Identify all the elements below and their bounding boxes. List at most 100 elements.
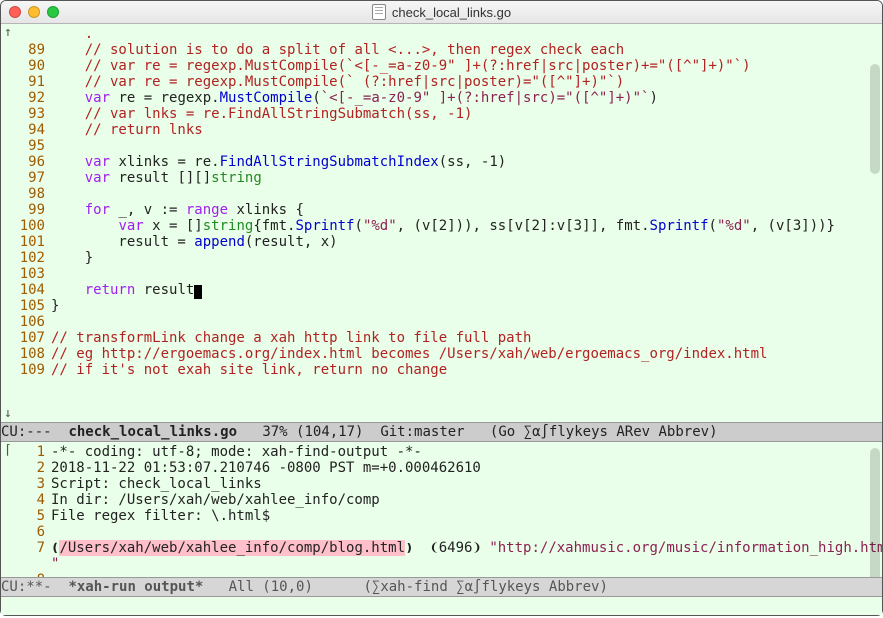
code-line[interactable]: 100 var x = []string{fmt.Sprintf("%d", (… <box>1 218 882 234</box>
code-line[interactable]: 95 <box>1 138 882 154</box>
line-number: 97 <box>1 170 51 186</box>
code-line[interactable]: 93 // var lnks = re.FindAllStringSubmatc… <box>1 106 882 122</box>
line-number: 106 <box>1 314 51 330</box>
code-line[interactable]: 92 var re = regexp.MustCompile(`<[-_=a-z… <box>1 90 882 106</box>
traffic-lights <box>9 6 59 18</box>
code-line[interactable]: 103 <box>1 266 882 282</box>
code-line[interactable]: 3Script: check_local_links <box>1 476 882 492</box>
code-line[interactable]: 4In dir: /Users/xah/web/xahlee_info/comp <box>1 492 882 508</box>
line-number: 94 <box>1 122 51 138</box>
code-text: // transformLink change a xah http link … <box>51 330 882 346</box>
minibuffer[interactable] <box>1 597 882 615</box>
window-title-text: check_local_links.go <box>392 5 511 20</box>
code-line[interactable]: 109// if it's not exah site link, return… <box>1 362 882 378</box>
code-line[interactable]: 98 <box>1 186 882 202</box>
window-titlebar[interactable]: check_local_links.go <box>1 1 882 24</box>
code-line[interactable]: 106 <box>1 314 882 330</box>
code-line[interactable]: 99 for _, v := range xlinks { <box>1 202 882 218</box>
overflow-indicator-top: ↑ <box>4 26 12 39</box>
bottom-modeline[interactable]: CU:**- *xah-run output* All (10,0) (∑xah… <box>1 577 882 597</box>
code-text <box>51 186 882 202</box>
code-text: 2018-11-22 01:53:07.210746 -0800 PST m=+… <box>51 460 882 476</box>
line-number: 109 <box>1 362 51 378</box>
code-text: -*- coding: utf-8; mode: xah-find-output… <box>51 444 882 460</box>
top-modeline[interactable]: CU:--- check_local_links.go 37% (104,17)… <box>1 422 882 442</box>
line-number: 7 <box>1 540 51 556</box>
line-number: 93 <box>1 106 51 122</box>
code-text: . <box>51 26 882 42</box>
code-line[interactable]: 101 result = append(result, x) <box>1 234 882 250</box>
ml-position: 37% (104,17) <box>262 424 363 440</box>
line-number: 100 <box>1 218 51 234</box>
code-text: // var re = regexp.MustCompile(`<[-_=a-z… <box>51 58 882 74</box>
code-line[interactable]: 104 return result <box>1 282 882 298</box>
code-line[interactable]: 22018-11-22 01:53:07.210746 -0800 PST m=… <box>1 460 882 476</box>
editor-body: ↑ ↓ .89 // solution is to do a split of … <box>1 24 882 615</box>
code-text: // var lnks = re.FindAllStringSubmatch(s… <box>51 106 882 122</box>
ml-modes: (Go ∑α∫flykeys ARev Abbrev) <box>490 424 718 440</box>
line-number: 98 <box>1 186 51 202</box>
line-number: 99 <box>1 202 51 218</box>
line-number: 108 <box>1 346 51 362</box>
minimize-window-button[interactable] <box>28 6 40 18</box>
line-number: 104 <box>1 282 51 298</box>
zoom-window-button[interactable] <box>47 6 59 18</box>
code-line[interactable]: 5File regex filter: \.html$ <box>1 508 882 524</box>
code-text: ❪/Users/xah/web/xahlee_info/comp/blog.ht… <box>51 540 882 556</box>
code-line[interactable]: 6 <box>1 524 882 540</box>
code-text: var re = regexp.MustCompile(`<[-_=a-z0-9… <box>51 90 882 106</box>
ml2-position: All (10,0) <box>229 579 313 595</box>
ml2-buffer-name: *xah-run output* <box>68 579 203 595</box>
document-icon <box>372 4 386 20</box>
line-number: 91 <box>1 74 51 90</box>
line-number: 6 <box>1 524 51 540</box>
code-line[interactable]: 1-*- coding: utf-8; mode: xah-find-outpu… <box>1 444 882 460</box>
ml2-modes: (∑xah-find ∑α∫flykeys Abbrev) <box>363 579 607 595</box>
line-number: 2 <box>1 460 51 476</box>
overflow-indicator-bottom: ↓ <box>4 407 12 420</box>
code-line[interactable]: 108// eg http://ergoemacs.org/index.html… <box>1 346 882 362</box>
code-text: In dir: /Users/xah/web/xahlee_info/comp <box>51 492 882 508</box>
ml-prefix: CU:--- <box>1 424 52 440</box>
code-line[interactable]: 94 // return lnks <box>1 122 882 138</box>
code-line[interactable]: 96 var xlinks = re.FindAllStringSubmatch… <box>1 154 882 170</box>
code-text: File regex filter: \.html$ <box>51 508 882 524</box>
code-line[interactable]: 105} <box>1 298 882 314</box>
top-scrollbar[interactable] <box>870 64 880 174</box>
text-cursor <box>194 285 202 299</box>
bottom-scrollbar[interactable] <box>870 448 880 577</box>
code-line[interactable]: 89 // solution is to do a split of all <… <box>1 42 882 58</box>
code-text: var xlinks = re.FindAllStringSubmatchInd… <box>51 154 882 170</box>
code-line[interactable]: 107// transformLink change a xah http li… <box>1 330 882 346</box>
code-line[interactable]: 97 var result [][]string <box>1 170 882 186</box>
line-number: 107 <box>1 330 51 346</box>
bottom-output-buffer[interactable]: ⌈ 1-*- coding: utf-8; mode: xah-find-out… <box>1 442 882 577</box>
code-text: // if it's not exah site link, return no… <box>51 362 882 378</box>
line-number <box>1 556 51 572</box>
close-window-button[interactable] <box>9 6 21 18</box>
code-text: // eg http://ergoemacs.org/index.html be… <box>51 346 882 362</box>
code-line[interactable]: 91 // var re = regexp.MustCompile(` (?:h… <box>1 74 882 90</box>
code-line[interactable]: 8 <box>1 572 882 577</box>
code-line[interactable]: . <box>1 26 882 42</box>
line-number: 96 <box>1 154 51 170</box>
code-text <box>51 138 882 154</box>
line-number: 102 <box>1 250 51 266</box>
code-text <box>51 314 882 330</box>
code-text: } <box>51 250 882 266</box>
code-text: var x = []string{fmt.Sprintf("%d", (v[2]… <box>51 218 882 234</box>
code-text: result = append(result, x) <box>51 234 882 250</box>
code-text: for _, v := range xlinks { <box>51 202 882 218</box>
line-number: 8 <box>1 572 51 577</box>
ml-buffer-name: check_local_links.go <box>68 424 237 440</box>
code-line[interactable]: 7❪/Users/xah/web/xahlee_info/comp/blog.h… <box>1 540 882 556</box>
top-code-buffer[interactable]: ↑ ↓ .89 // solution is to do a split of … <box>1 24 882 422</box>
code-line[interactable]: 90 // var re = regexp.MustCompile(`<[-_=… <box>1 58 882 74</box>
line-number: 5 <box>1 508 51 524</box>
code-line[interactable]: " <box>1 556 882 572</box>
code-line[interactable]: 102 } <box>1 250 882 266</box>
code-text: " <box>51 556 882 572</box>
ml-vc: Git:master <box>380 424 464 440</box>
code-text: // solution is to do a split of all <...… <box>51 42 882 58</box>
ml2-prefix: CU:**- <box>1 579 52 595</box>
